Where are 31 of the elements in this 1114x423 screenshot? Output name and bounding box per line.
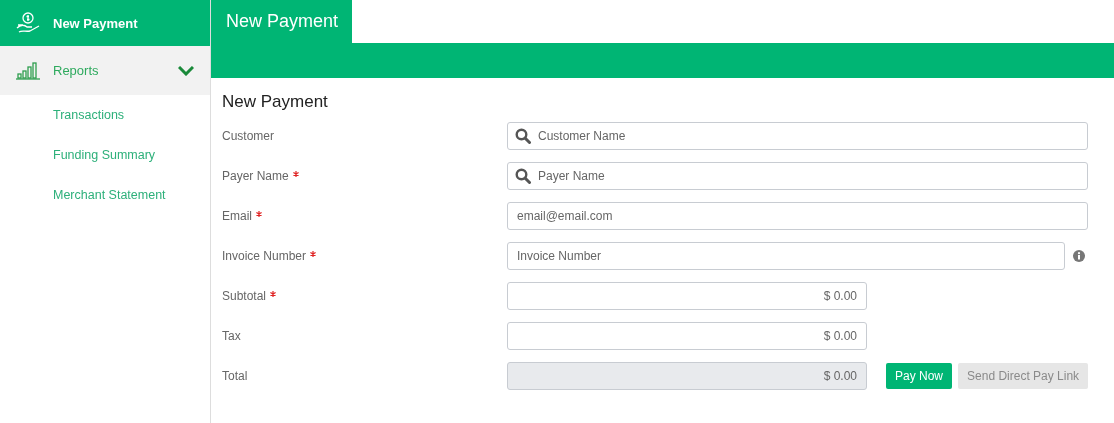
- chevron-icon: [178, 65, 194, 76]
- form-title: New Payment: [222, 92, 329, 112]
- info-icon[interactable]: [1073, 250, 1086, 262]
- nav-item[interactable]: New Payment: [0, 0, 210, 46]
- required-icon: [310, 251, 317, 257]
- nav-subitem[interactable]: Transactions: [0, 95, 210, 135]
- input-field[interactable]: Payer Name: [507, 162, 1089, 190]
- required-icon: [292, 171, 299, 177]
- field-label: Customer: [222, 129, 274, 143]
- search-icon: [515, 128, 531, 144]
- hand-coin-icon: [16, 12, 40, 34]
- required-icon: [256, 211, 262, 217]
- nav-subitem[interactable]: Merchant Statement: [0, 175, 210, 215]
- input-field[interactable]: Customer Name: [507, 122, 1089, 150]
- required-icon: [270, 291, 277, 297]
- field-label: Total: [222, 369, 248, 383]
- search-icon: [515, 168, 531, 184]
- button[interactable]: Pay Now: [886, 363, 953, 389]
- nav-item[interactable]: Reports: [0, 46, 210, 95]
- field-label: Tax: [222, 329, 241, 343]
- field-label: Invoice Number: [222, 249, 317, 263]
- field-label: Payer Name: [222, 169, 299, 183]
- input-field[interactable]: $ 0.00: [507, 282, 867, 310]
- bar-chart-icon: [16, 61, 40, 80]
- field-label: Subtotal: [222, 289, 277, 303]
- input-field[interactable]: email@email.com: [507, 202, 1089, 230]
- tab[interactable]: New Payment: [211, 0, 353, 43]
- input-field[interactable]: $ 0.00: [507, 322, 867, 350]
- field-label: Email: [222, 209, 262, 223]
- nav-subitem[interactable]: Funding Summary: [0, 135, 210, 175]
- input-field[interactable]: Invoice Number: [507, 242, 1066, 270]
